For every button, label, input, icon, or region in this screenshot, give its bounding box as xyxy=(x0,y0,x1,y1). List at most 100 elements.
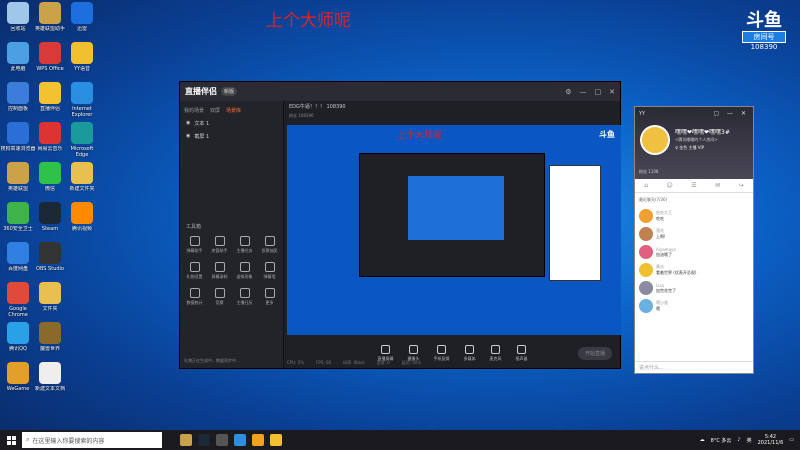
app-icon xyxy=(71,82,93,104)
tool-button[interactable]: 更多 xyxy=(257,288,282,306)
chat-message[interactable]: Aiyamaya 加油哦了 xyxy=(635,243,753,261)
start-button[interactable] xyxy=(0,430,22,450)
tool-button[interactable]: 主播日历 xyxy=(232,288,257,306)
tab-scene-library[interactable]: 场景库 xyxy=(226,107,241,114)
desktop-shortcut[interactable]: YY语音 xyxy=(64,42,100,78)
eye-icon[interactable]: ◉ xyxy=(186,133,190,140)
tool-button[interactable]: 数据统计 xyxy=(182,288,207,306)
group-icon[interactable]: ☰ xyxy=(691,182,696,189)
start-live-button[interactable]: 开始直播 xyxy=(577,347,612,360)
desktop-shortcut[interactable]: 百度网盘 xyxy=(0,242,36,278)
volume-icon[interactable]: ♪ xyxy=(737,437,740,443)
notification-icon[interactable]: ▭ xyxy=(789,437,794,443)
desktop-shortcut[interactable]: 网易云音乐 xyxy=(32,122,68,158)
chat-icon[interactable]: ✉ xyxy=(715,182,720,189)
taskbar-app-explorer-icon[interactable] xyxy=(216,434,228,446)
phone-cast-button[interactable]: 手机投屏 xyxy=(434,344,450,362)
desktop-shortcut[interactable]: 迅雷 xyxy=(64,2,100,38)
footer-stat: 延迟: 0ms xyxy=(401,360,421,365)
camera-button[interactable]: 摄像头 xyxy=(408,344,420,362)
desktop-shortcut[interactable]: WPS Office xyxy=(32,42,68,78)
tool-button[interactable]: 竞猜 xyxy=(207,288,232,306)
desktop-shortcut[interactable]: WeGame xyxy=(0,362,36,398)
desktop-shortcut[interactable]: 魔兽世界 xyxy=(32,322,68,358)
desktop-shortcut[interactable]: 新建文本文档 xyxy=(32,362,68,398)
desktop-shortcut[interactable]: 英雄联盟 xyxy=(0,162,36,198)
speaker-button[interactable]: 扬声器 xyxy=(516,344,528,362)
tool-button[interactable]: 屏幕录制 xyxy=(207,262,232,280)
taskbar-app-yy-icon[interactable] xyxy=(270,434,282,446)
message-text: 加油哦了 xyxy=(656,251,672,257)
tool-icon xyxy=(214,288,225,298)
scene-item[interactable]: ◉ 文本 1 xyxy=(180,117,283,130)
tool-button[interactable]: 弹幕墙 xyxy=(257,262,282,280)
chat-message[interactable]: Lisa 加完花完了 xyxy=(635,279,753,297)
channel-subtitle: <腾讯嘟嘟的个人房间> xyxy=(675,137,718,142)
tool-button[interactable]: 虚拟形象 xyxy=(232,262,257,280)
scene-item[interactable]: ◉ 截屏 1 xyxy=(180,130,283,143)
close-icon[interactable]: ✕ xyxy=(609,88,615,96)
screen-capture-button[interactable]: 直播屏幕 xyxy=(378,344,394,362)
chat-message[interactable]: 吃吃大王 吃吃 xyxy=(635,207,753,225)
footer-stat: 码率: 0kb/s xyxy=(343,360,365,365)
home-icon[interactable]: ⌂ xyxy=(644,182,648,189)
taskbar-app-lol-icon[interactable] xyxy=(180,434,192,446)
chat-message[interactable]: 黄瓜 看着世界 (优表开总观) xyxy=(635,261,753,279)
desktop-shortcut[interactable]: Internet Explorer xyxy=(64,82,100,118)
eye-icon[interactable]: ◉ xyxy=(186,120,190,127)
nested-chat-preview xyxy=(549,165,601,281)
desktop-shortcut[interactable]: 微信 xyxy=(32,162,68,198)
chat-message[interactable]: 落花 上啊! xyxy=(635,225,753,243)
desktop-shortcut[interactable]: 英雄联盟助手 xyxy=(32,2,68,38)
clock[interactable]: 5:42 2021/11/6 xyxy=(758,434,784,446)
settings-icon[interactable]: ⚙ xyxy=(565,88,571,96)
minimize-icon[interactable]: — xyxy=(580,88,587,96)
desktop-shortcut[interactable]: 文件夹 xyxy=(32,282,68,318)
desktop-shortcut[interactable]: Microsoft Edge xyxy=(64,122,100,158)
tab-dual-screen[interactable]: 双屏 xyxy=(210,107,220,114)
desktop-shortcut[interactable]: 腾讯QQ xyxy=(0,322,36,358)
media-button[interactable]: 多媒体 xyxy=(464,344,476,362)
desktop-shortcut[interactable]: 新建文件夹 xyxy=(64,162,100,198)
desktop-shortcut[interactable]: 此电脑 xyxy=(0,42,36,78)
tab-my-scenes[interactable]: 我的场景 xyxy=(184,107,204,114)
desktop-shortcut[interactable]: 搜狗高速浏览器 xyxy=(0,122,36,158)
tool-label: 屏幕录制 xyxy=(211,274,228,279)
tool-button[interactable]: 投票抽奖 xyxy=(257,236,282,254)
chat-window-controls[interactable]: ▢ — ✕ xyxy=(713,110,749,117)
microphone-icon xyxy=(491,344,500,354)
microphone-button[interactable]: 麦克风 xyxy=(490,344,502,362)
avatar[interactable] xyxy=(640,125,670,155)
taskbar-search[interactable]: ⌕ 在这里输入你要搜索的内容 xyxy=(22,432,162,448)
weather-text[interactable]: 8°C 多云 xyxy=(711,437,732,444)
shortcut-label: 魔兽世界 xyxy=(39,346,60,352)
maximize-icon[interactable]: □ xyxy=(595,88,602,96)
cloud-icon: ☁ xyxy=(699,437,705,443)
tool-button[interactable]: 房管助手 xyxy=(207,236,232,254)
app-icon xyxy=(7,162,29,184)
recent-chats-header: 最近聊天(7/30) xyxy=(639,197,668,202)
exit-icon[interactable]: ↪ xyxy=(739,182,744,189)
desktop-shortcut[interactable]: 控制面板 xyxy=(0,82,36,118)
tool-button[interactable]: 主播任务 xyxy=(232,236,257,254)
ime-indicator[interactable]: 英 xyxy=(747,437,752,444)
taskbar-apps xyxy=(180,434,282,446)
app-icon xyxy=(39,242,61,264)
chat-input[interactable]: 说点什么... xyxy=(635,361,753,373)
user-icon[interactable]: ☺ xyxy=(667,182,673,189)
desktop-shortcut[interactable]: 回收站 xyxy=(0,2,36,38)
desktop-shortcut[interactable]: 腾讯视频 xyxy=(64,202,100,238)
desktop-shortcut[interactable]: Google Chrome xyxy=(0,282,36,318)
tool-button[interactable]: 礼物设置 xyxy=(182,262,207,280)
tool-button[interactable]: 弹幕助手 xyxy=(182,236,207,254)
chat-message[interactable]: 嗯小道哦 xyxy=(635,297,753,315)
taskbar-app-live-icon[interactable] xyxy=(252,434,264,446)
version-badge[interactable]: 新版 xyxy=(221,87,238,96)
desktop-shortcut[interactable]: 直播伴侣 xyxy=(32,82,68,118)
taskbar-app-steam-icon[interactable] xyxy=(198,434,210,446)
desktop-shortcut[interactable]: 360安全卫士 xyxy=(0,202,36,238)
desktop-shortcut[interactable]: Steam xyxy=(32,202,68,238)
shortcut-label: 搜狗高速浏览器 xyxy=(0,146,36,152)
taskbar-app-browser-icon[interactable] xyxy=(234,434,246,446)
desktop-shortcut[interactable]: OBS Studio xyxy=(32,242,68,278)
